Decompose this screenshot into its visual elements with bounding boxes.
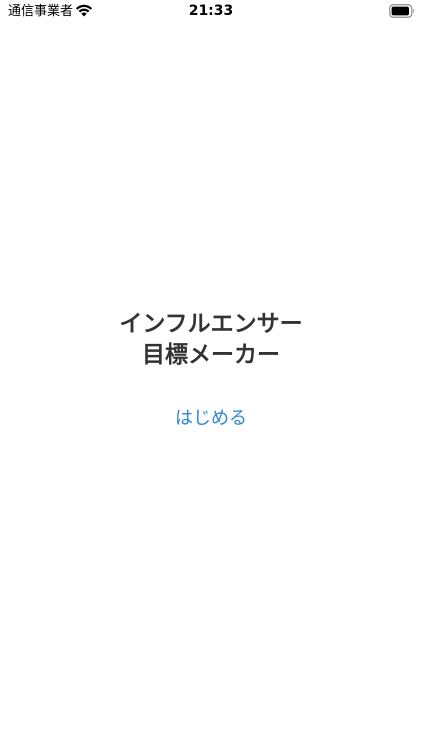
start-button[interactable]: はじめる xyxy=(151,403,271,435)
app-title: インフルエンサー 目標メーカー xyxy=(0,309,422,371)
app-title-line-2: 目標メーカー xyxy=(142,342,280,368)
main-content: インフルエンサー 目標メーカー はじめる xyxy=(0,0,422,750)
app-title-line-1: インフルエンサー xyxy=(119,311,303,337)
